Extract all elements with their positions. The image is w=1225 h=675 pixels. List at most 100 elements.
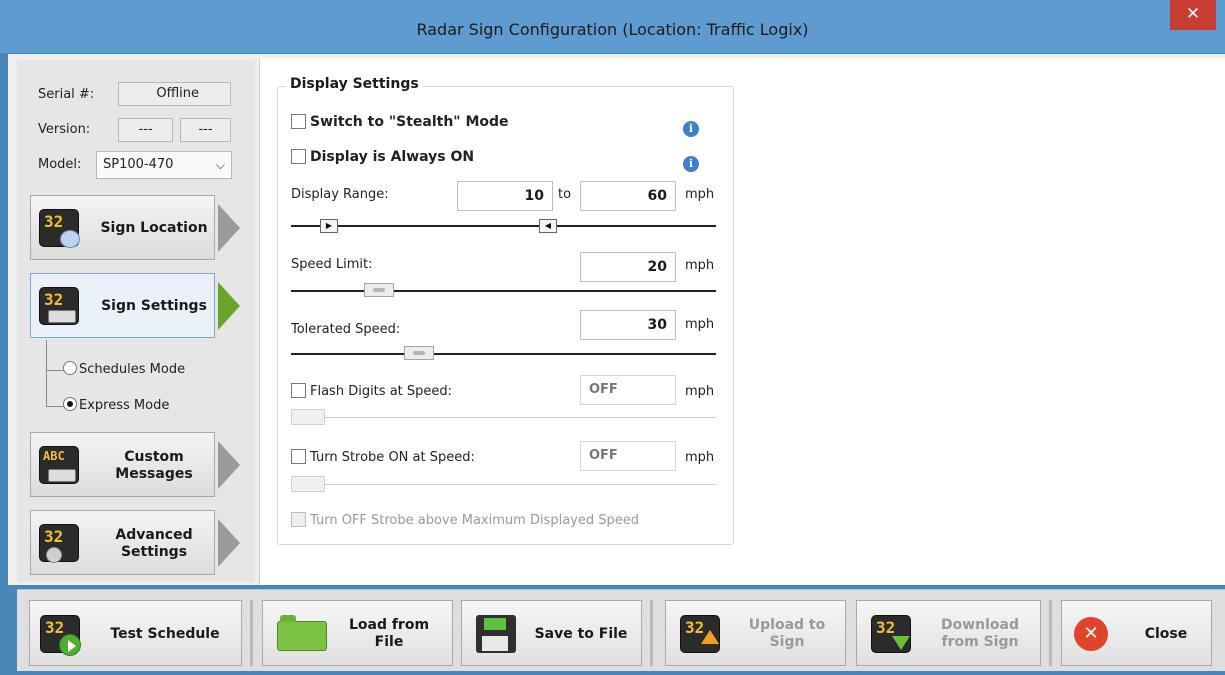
close-label: Close: [1144, 625, 1188, 642]
tolerated-speed-thumb[interactable]: [404, 346, 434, 360]
stealth-mode-label: Switch to "Stealth" Mode: [310, 114, 509, 130]
radio-unchecked-icon: [63, 361, 77, 375]
tolerated-speed-slider-track[interactable]: [291, 353, 716, 355]
upload-to-sign-button[interactable]: 32 Upload to Sign: [665, 600, 846, 666]
tolerated-speed-unit: mph: [685, 317, 715, 332]
load-from-file-label: Load from File: [348, 617, 430, 650]
test-schedule-button[interactable]: 32 Test Schedule: [29, 600, 242, 666]
speed-limit-thumb[interactable]: [364, 283, 394, 297]
model-value: SP100-470: [103, 157, 174, 172]
save-to-file-button[interactable]: Save to File: [461, 600, 642, 666]
speed-limit-label: Speed Limit:: [291, 257, 373, 272]
arrow-right-active-icon: [218, 282, 240, 330]
mode-express[interactable]: Express Mode: [63, 397, 169, 413]
floppy-disk-icon: [476, 615, 516, 653]
model-dropdown[interactable]: SP100-470 ⌵: [96, 151, 232, 179]
nav-label-sign-location: Sign Location: [100, 220, 208, 236]
mode-schedules[interactable]: Schedules Mode: [63, 361, 185, 377]
tree-connector: [46, 406, 64, 407]
mode-schedules-label: Schedules Mode: [79, 362, 186, 377]
sign-gears-icon: 32: [39, 524, 79, 563]
download-from-sign-label: Download from Sign: [940, 617, 1020, 650]
version-field-2: ---: [180, 118, 231, 142]
arrow-right-icon: [218, 519, 240, 567]
info-icon[interactable]: i: [683, 156, 699, 172]
abc-messages-icon: ABC: [39, 446, 79, 484]
mode-express-label: Express Mode: [79, 398, 170, 413]
always-on-label: Display is Always ON: [310, 149, 475, 165]
range-max-thumb[interactable]: ◀: [539, 219, 557, 233]
sign-download-icon: 32: [871, 615, 911, 653]
strobe-slider-thumb: [291, 476, 325, 492]
flash-slider-thumb: [291, 409, 325, 425]
flash-digits-label: Flash Digits at Speed:: [310, 384, 453, 399]
info-icon[interactable]: i: [683, 121, 699, 137]
sign-play-icon: 32: [40, 615, 81, 656]
strobe-speed-unit: mph: [685, 450, 715, 465]
serial-field: Offline: [118, 82, 231, 106]
speed-limit-input[interactable]: 20: [580, 252, 676, 282]
toolbar-separator: [1049, 600, 1052, 666]
stealth-mode-checkbox[interactable]: Switch to "Stealth" Mode: [291, 114, 509, 130]
close-button[interactable]: ✕ Close: [1061, 600, 1212, 666]
sign-upload-icon: 32: [680, 615, 720, 653]
tolerated-speed-input[interactable]: 30: [580, 310, 676, 340]
checkbox-unchecked-icon: [291, 383, 306, 398]
nav-advanced-settings[interactable]: 32 Advanced Settings: [30, 510, 215, 575]
toolbar-separator: [250, 600, 253, 666]
strobe-off-label: Turn OFF Strobe above Maximum Displayed …: [310, 513, 639, 528]
sign-globe-icon: 32: [39, 209, 80, 248]
nav-custom-messages[interactable]: ABC Custom Messages: [30, 432, 215, 497]
radio-checked-icon: [63, 397, 77, 411]
folder-icon: [277, 615, 327, 651]
save-to-file-label: Save to File: [534, 625, 628, 642]
test-schedule-label: Test Schedule: [110, 625, 220, 642]
checkbox-unchecked-icon: [291, 114, 306, 129]
title-bar: Radar Sign Configuration (Location: Traf…: [0, 0, 1225, 54]
tree-connector: [46, 340, 47, 407]
range-max-input[interactable]: 60: [580, 181, 676, 211]
checkbox-unchecked-icon: [291, 149, 306, 164]
arrow-right-icon: [218, 204, 240, 252]
range-min-thumb[interactable]: ▶: [320, 219, 338, 233]
nav-label-sign-settings: Sign Settings: [101, 298, 207, 314]
flash-speed-input[interactable]: OFF: [580, 375, 676, 405]
range-min-input[interactable]: 10: [457, 181, 553, 211]
range-unit: mph: [685, 187, 715, 202]
speed-limit-slider-track[interactable]: [291, 290, 716, 292]
nav-sign-location[interactable]: 32 Sign Location: [30, 195, 215, 260]
always-on-checkbox[interactable]: Display is Always ON: [291, 149, 474, 165]
tree-connector: [46, 370, 64, 371]
serial-label: Serial #:: [38, 87, 95, 102]
download-from-sign-button[interactable]: 32 Download from Sign: [856, 600, 1041, 666]
display-range-slider-track[interactable]: [291, 225, 716, 227]
strobe-on-label: Turn Strobe ON at Speed:: [310, 450, 475, 465]
group-title: Display Settings: [286, 76, 423, 92]
nav-label-custom-messages: Custom Messages: [115, 448, 193, 482]
nav-sign-settings[interactable]: 32 Sign Settings: [30, 273, 215, 338]
strobe-speed-input[interactable]: OFF: [580, 441, 676, 471]
strobe-slider-track: [291, 484, 716, 485]
display-range-label: Display Range:: [291, 187, 389, 202]
speed-limit-unit: mph: [685, 258, 715, 273]
load-from-file-button[interactable]: Load from File: [262, 600, 453, 666]
arrow-right-icon: [218, 441, 240, 489]
version-label: Version:: [38, 122, 91, 137]
range-to-label: to: [558, 187, 572, 202]
close-circle-icon: ✕: [1074, 617, 1108, 651]
nav-label-advanced-settings: Advanced Settings: [115, 526, 193, 560]
app-window: Radar Sign Configuration (Location: Traf…: [0, 0, 1225, 675]
flash-slider-track: [291, 417, 716, 418]
sign-settings-icon: 32: [39, 287, 79, 325]
strobe-on-checkbox[interactable]: Turn Strobe ON at Speed:: [291, 449, 475, 465]
window-title: Radar Sign Configuration (Location: Traf…: [416, 20, 809, 39]
version-field-1: ---: [118, 118, 173, 142]
toolbar-separator: [650, 600, 653, 666]
upload-to-sign-label: Upload to Sign: [748, 617, 826, 650]
window-close-button[interactable]: ✕: [1170, 0, 1216, 30]
flash-speed-unit: mph: [685, 384, 715, 399]
checkbox-disabled-icon: [291, 512, 306, 527]
flash-digits-checkbox[interactable]: Flash Digits at Speed:: [291, 383, 452, 399]
chevron-down-icon: ⌵: [215, 158, 225, 172]
model-label: Model:: [38, 157, 82, 172]
